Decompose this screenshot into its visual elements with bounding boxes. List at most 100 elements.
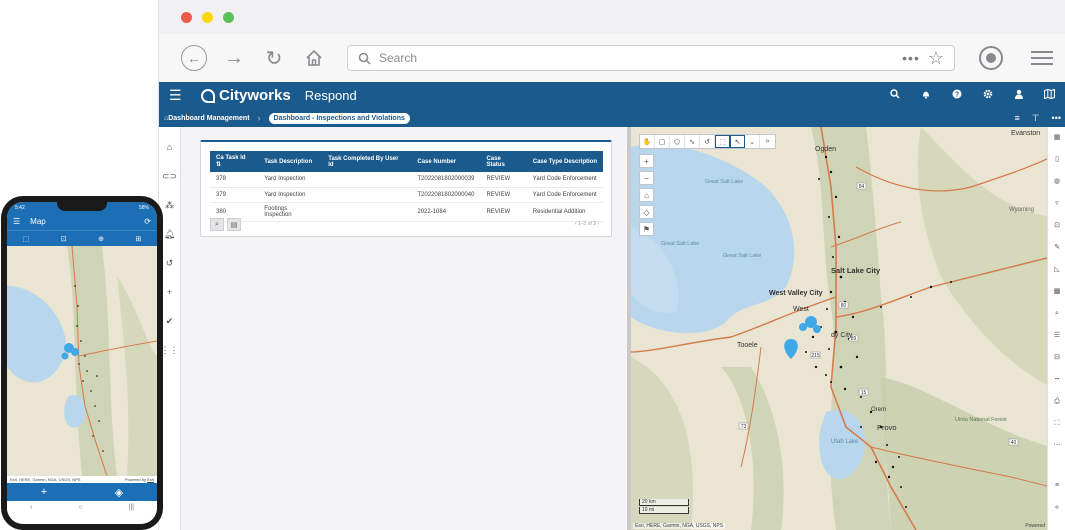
bell-icon[interactable]: 🔔︎ xyxy=(164,227,175,242)
phone-refresh-icon[interactable]: ⟳ xyxy=(144,217,151,226)
table-columns-button[interactable]: ▤ xyxy=(227,218,241,231)
phone-home-icon[interactable]: ○ xyxy=(78,504,82,511)
table-search-button[interactable]: ⌕ xyxy=(210,218,224,231)
user-icon[interactable] xyxy=(1012,89,1025,102)
collapse-icon[interactable]: « xyxy=(1055,501,1059,514)
map-canvas[interactable]: 84 80 215 89 15 73 40 Ogden Evanston Gre… xyxy=(631,127,1047,530)
help-icon[interactable]: ? xyxy=(950,89,963,102)
link-icon[interactable]: ⊂⊃ xyxy=(162,169,177,184)
column-header-task-completed-by[interactable]: Task Completed By User Id xyxy=(322,151,412,172)
bell-icon[interactable] xyxy=(919,89,932,102)
svg-text:Provo: Provo xyxy=(877,423,897,432)
phone-add-icon[interactable]: + xyxy=(41,486,47,498)
phone-locate-icon[interactable]: ⊕ xyxy=(98,235,104,243)
pointer-tool-button[interactable]: ↖ xyxy=(730,135,745,148)
phone-powered-by-link[interactable]: Esri xyxy=(147,477,154,482)
edit-icon[interactable]: ✎ xyxy=(1054,241,1060,254)
column-header-task-description[interactable]: Task Description xyxy=(258,151,323,172)
back-button[interactable]: ← xyxy=(181,45,207,71)
gear-icon[interactable] xyxy=(981,89,994,102)
browser-menu-button[interactable] xyxy=(1031,51,1053,65)
search-icon[interactable]: ⌕ xyxy=(1055,307,1059,320)
menu-icon[interactable]: ≡ xyxy=(1055,479,1059,492)
reload-button[interactable]: ↻ xyxy=(261,45,287,71)
map-panel[interactable]: 84 80 215 89 15 73 40 Ogden Evanston Gre… xyxy=(627,127,1047,530)
ruler-icon[interactable]: ┅ xyxy=(1055,373,1059,386)
map-icon[interactable] xyxy=(1043,88,1056,102)
column-header-case-status[interactable]: Case Status xyxy=(480,151,527,172)
maximize-window-button[interactable] xyxy=(223,11,234,23)
zoom-in-button[interactable]: + xyxy=(639,154,654,168)
next-page-icon[interactable]: › xyxy=(597,221,599,227)
table-row[interactable]: 379 Yard Inspection T2022081802000040 RE… xyxy=(210,187,603,203)
report-icon[interactable]: ⊟ xyxy=(1054,351,1060,364)
app-menu-icon[interactable]: ☰ xyxy=(169,87,191,104)
cell-case-status: REVIEW xyxy=(480,187,527,203)
bookmark-star-icon[interactable]: ☆ xyxy=(928,48,944,69)
check-icon[interactable]: ✔ xyxy=(166,314,174,329)
select-line-tool-button[interactable]: ∿ xyxy=(685,135,700,148)
more-icon[interactable]: ⋯ xyxy=(1054,439,1061,452)
map-toolbar: ✋ ▢ ⬠ ∿ ↺ ⬚ ↖ ⌄ » xyxy=(639,134,776,149)
phone-map-canvas[interactable] xyxy=(7,246,157,476)
column-header-case-type[interactable]: Case Type Description xyxy=(526,151,603,172)
bookmark-icon[interactable]: ▯ xyxy=(1055,153,1059,166)
account-button[interactable] xyxy=(979,46,1003,70)
measure-button[interactable]: ⚑ xyxy=(639,222,654,236)
select-rect-tool-button[interactable]: ▢ xyxy=(655,135,670,148)
minimize-window-button[interactable] xyxy=(202,11,213,23)
table-row[interactable]: 380 Footings Inspection 2022-1084 REVIEW… xyxy=(210,202,603,222)
close-window-button[interactable] xyxy=(181,11,192,23)
identify-icon[interactable]: ⊡ xyxy=(1054,219,1060,232)
phone-recents-icon[interactable]: ||| xyxy=(129,504,134,511)
phone-menu-icon[interactable]: ☰ xyxy=(13,217,20,226)
fullscreen-icon[interactable]: ⛶ xyxy=(1055,417,1060,430)
map-powered-by[interactable]: Powered xyxy=(1025,523,1045,529)
home-button[interactable] xyxy=(301,45,327,71)
phone-extent-icon[interactable]: ⊞ xyxy=(135,235,141,243)
breadcrumb-current[interactable]: Dashboard - Inspections and Violations xyxy=(268,112,410,124)
select-polygon-tool-button[interactable]: ⬠ xyxy=(670,135,685,148)
pin-layout-icon[interactable]: ⊤ xyxy=(1032,113,1040,124)
map-home-button[interactable]: ⌂ xyxy=(639,188,654,202)
column-header-case-number[interactable]: Case Number xyxy=(411,151,481,172)
lock-icon[interactable]: ▿ xyxy=(1055,197,1059,210)
page-actions-button[interactable]: ••• xyxy=(902,50,920,66)
basemap-icon[interactable]: ◍ xyxy=(1054,175,1060,188)
column-header-ca-task-id[interactable]: Ca Task Id ⇅ xyxy=(210,151,259,172)
locate-button[interactable]: ◇ xyxy=(639,205,654,219)
sort-icon[interactable]: ⇅ xyxy=(216,162,221,168)
cell-case-number: T2022081802000039 xyxy=(411,172,481,188)
forward-button[interactable]: → xyxy=(221,45,247,71)
zoom-out-button[interactable]: − xyxy=(639,171,654,185)
add-icon[interactable]: + xyxy=(167,285,172,300)
search-icon[interactable] xyxy=(888,89,901,102)
workflow-icon[interactable]: ⁂ xyxy=(165,198,174,213)
phone-select-area-icon[interactable]: ⊡ xyxy=(61,235,67,243)
phone-back-icon[interactable]: ‹ xyxy=(30,504,32,511)
home-icon[interactable]: ⌂ xyxy=(167,140,172,155)
table-row[interactable]: 378 Yard Inspection T2022081802000039 RE… xyxy=(210,172,603,188)
expand-toolbar-button[interactable]: » xyxy=(760,135,775,148)
svg-text:Ogden: Ogden xyxy=(815,146,836,153)
phone-layers-icon[interactable]: ◈ xyxy=(115,486,123,499)
history-icon[interactable]: ↺ xyxy=(166,256,174,271)
clear-selection-button[interactable]: ↺ xyxy=(700,135,715,148)
url-bar[interactable]: Search ••• ☆ xyxy=(347,45,955,71)
list-icon[interactable]: ☰ xyxy=(1054,329,1060,342)
more-icon[interactable]: ••• xyxy=(1052,113,1061,124)
phone-select-rect-icon[interactable]: ⬚ xyxy=(23,235,30,243)
qr-icon[interactable]: ▩ xyxy=(1054,285,1061,298)
tool-dropdown-button[interactable]: ⌄ xyxy=(745,135,760,148)
prev-page-icon[interactable]: ‹ xyxy=(575,221,577,227)
draw-icon[interactable]: ◺ xyxy=(1054,263,1059,276)
layers-icon[interactable]: ▦ xyxy=(1054,131,1061,144)
print-icon[interactable]: ⎙ xyxy=(1054,395,1060,408)
breadcrumb-root[interactable]: Dashboard Management xyxy=(168,115,249,122)
phone-map[interactable] xyxy=(7,246,157,476)
apps-grid-icon[interactable]: ⋮⋮ xyxy=(161,343,179,358)
pan-tool-button[interactable]: ✋ xyxy=(640,135,655,148)
filter-icon[interactable]: ≡ xyxy=(1014,113,1019,124)
box-select-button[interactable]: ⬚ xyxy=(715,135,730,148)
inspections-table-card: Ca Task Id ⇅ Task Description Task Compl… xyxy=(200,140,612,237)
